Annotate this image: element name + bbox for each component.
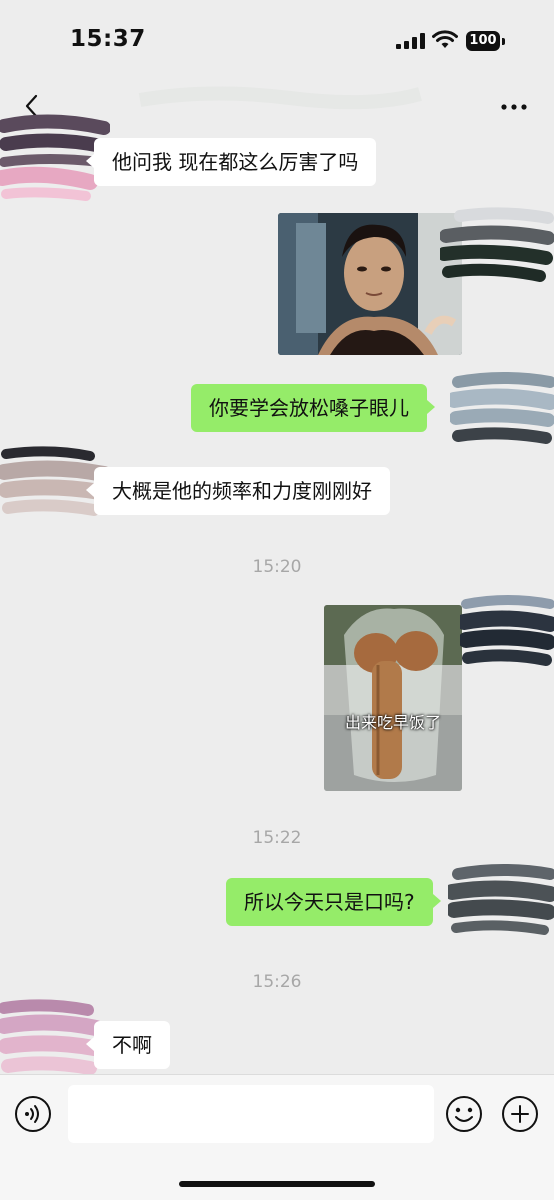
avatar-smudge-right — [440, 207, 554, 282]
ellipsis-icon[interactable] — [498, 92, 530, 120]
message-bubble-incoming[interactable]: 他问我 现在都这么厉害了吗 — [85, 138, 377, 186]
avatar-smudge-right — [448, 864, 554, 935]
home-indicator — [179, 1181, 375, 1187]
message-input[interactable] — [68, 1085, 434, 1143]
emoji-icon[interactable] — [445, 1095, 483, 1133]
avatar-smudge-right — [450, 372, 554, 444]
image-message[interactable] — [278, 213, 462, 355]
voice-icon[interactable] — [14, 1095, 52, 1133]
battery-icon: 100 — [466, 31, 506, 51]
message-bubble-incoming[interactable]: 大概是他的频率和力度刚刚好 — [86, 467, 390, 515]
timestamp: 15:26 — [252, 972, 302, 992]
timestamp: 15:20 — [252, 557, 302, 577]
message-bubble-incoming[interactable]: 不啊 — [86, 1021, 170, 1069]
status-bar: 15:37 100 — [0, 0, 554, 82]
redacted-title-smudge — [138, 86, 422, 110]
sticker-image — [324, 605, 462, 791]
sticker-caption: 出来吃早饭了 — [344, 713, 441, 732]
chat-screen: 15:37 100 他问我 现在都这么厉害了吗 你要学会放松嗓子眼儿 大概是他的… — [0, 0, 554, 1200]
battery-level: 100 — [466, 31, 500, 51]
plus-icon[interactable] — [501, 1095, 539, 1133]
avatar-smudge-left — [0, 999, 100, 1075]
message-bubble-outgoing[interactable]: 所以今天只是口吗? — [226, 878, 441, 926]
timestamp: 15:22 — [252, 828, 302, 848]
message-bubble-outgoing[interactable]: 你要学会放松嗓子眼儿 — [191, 384, 435, 432]
avatar-smudge-right — [460, 595, 554, 666]
sticker-message[interactable]: 出来吃早饭了 — [324, 605, 462, 791]
status-time: 15:37 — [70, 26, 146, 52]
photo-of-man-image — [278, 213, 462, 355]
signal-icon — [396, 33, 425, 49]
wifi-icon — [432, 30, 458, 48]
